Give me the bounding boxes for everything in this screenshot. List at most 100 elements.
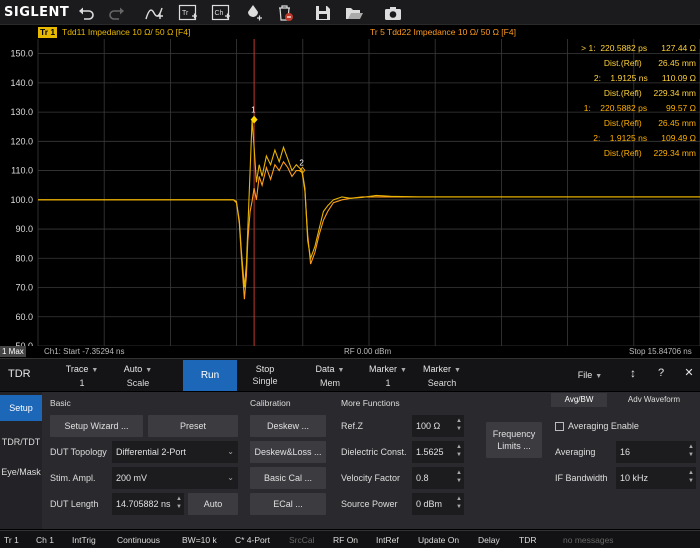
more-functions-heading: More Functions (341, 398, 400, 408)
tab-tdr-tdt[interactable]: TDR/TDT (0, 429, 42, 455)
deskew-loss-button[interactable]: Deskew&Loss ... (250, 441, 326, 463)
marker-readout-tr1-1: > 1: 220.5882 ps 127.44 Ω (581, 43, 696, 53)
trace5-title[interactable]: Tr 5 Tdd22 Impedance 10 Ω/ 50 Ω [F4] (370, 27, 516, 38)
if-bandwidth-label: IF Bandwidth (555, 473, 608, 483)
screenshot-icon[interactable] (382, 2, 404, 23)
data-mem-button[interactable]: Data ▼ Mem (310, 363, 350, 389)
spin-arrows-icon[interactable]: ▲ ▼ (456, 417, 462, 433)
averaging-enable-checkbox[interactable]: Averaging Enable (555, 415, 639, 437)
trace1-title[interactable]: Tdd11 Impedance 10 Ω/ 50 Ω [F4] (62, 27, 190, 38)
spin-arrows-icon[interactable]: ▲ ▼ (456, 469, 462, 485)
marker-select[interactable]: Marker ▼ 1 (366, 363, 410, 389)
y-tick-label: 90.0 (15, 224, 33, 234)
stim-ampl-label: Stim. Ampl. (50, 473, 96, 483)
redo-icon[interactable] (106, 2, 128, 23)
status-bandwidth[interactable]: BW=10 k (182, 534, 217, 546)
y-tick-label: 70.0 (15, 283, 33, 293)
if-bandwidth-input[interactable]: 10 kHz ▲ ▼ (616, 467, 696, 489)
spin-arrows-icon[interactable]: ▲ ▼ (688, 469, 694, 485)
status-sweep-mode[interactable]: Continuous (117, 534, 160, 546)
status-update[interactable]: Update On (418, 534, 459, 546)
status-channel[interactable]: Ch 1 (36, 534, 54, 546)
dropdown-arrow-icon: ▼ (145, 367, 153, 374)
auto-length-button[interactable]: Auto (188, 493, 238, 515)
autoscale-button[interactable]: Auto ▼ Scale (118, 363, 158, 389)
marker-icon[interactable] (243, 2, 265, 23)
tab-eye-mask[interactable]: Eye/Mask (0, 459, 42, 485)
status-ref[interactable]: IntRef (376, 534, 399, 546)
tab-adv-waveform[interactable]: Adv Waveform (611, 393, 697, 407)
spin-arrows-icon[interactable]: ▲ ▼ (176, 495, 182, 511)
basic-heading: Basic (50, 398, 71, 408)
open-icon[interactable] (343, 2, 365, 23)
max-tag: 1 Max (0, 346, 26, 357)
status-rf[interactable]: RF On (333, 534, 358, 546)
frequency-limits-button[interactable]: Frequency Limits ... (486, 422, 542, 458)
y-tick-label: 120.0 (10, 136, 33, 146)
svg-text:Ch: Ch (215, 10, 224, 17)
toolbar: SIGLENT Tr Ch (0, 0, 700, 25)
marker-dist-tr5-2: Dist.(Refl) 229.34 mm (603, 148, 696, 158)
dropdown-arrow-icon: ▼ (454, 367, 461, 374)
status-delay[interactable]: Delay (478, 534, 500, 546)
dut-topology-label: DUT Topology (50, 447, 107, 457)
y-tick-label: 60.0 (15, 312, 33, 322)
spin-arrows-icon[interactable]: ▲ ▼ (456, 495, 462, 511)
status-trace[interactable]: Tr 1 (4, 534, 19, 546)
close-icon[interactable]: ✕ (682, 367, 696, 379)
spin-arrows-icon[interactable]: ▲ ▼ (456, 443, 462, 459)
channel-icon[interactable]: Ch (210, 2, 232, 23)
preset-button[interactable]: Preset (148, 415, 238, 437)
svg-text:Tr: Tr (182, 10, 189, 17)
dut-length-input[interactable]: 14.705882 ns ▲ ▼ (112, 493, 184, 515)
undo-icon[interactable] (75, 2, 97, 23)
trace1-badge[interactable]: Tr 1 (38, 27, 58, 38)
setup-wizard-button[interactable]: Setup Wizard ... (50, 415, 143, 437)
velocity-input[interactable]: 0.8 ▲ ▼ (412, 467, 464, 489)
marker-search-button[interactable]: Marker ▼ Search (420, 363, 464, 389)
dielectric-input[interactable]: 1.5625 ▲ ▼ (412, 441, 464, 463)
status-cal[interactable]: C* 4-Port (235, 534, 270, 546)
file-menu[interactable]: File ▼ (570, 369, 610, 383)
dut-topology-select[interactable]: Differential 2-Port ⌄ (112, 441, 238, 463)
basic-cal-button[interactable]: Basic Cal ... (250, 467, 326, 489)
deskew-button[interactable]: Deskew ... (250, 415, 326, 437)
siglent-logo: SIGLENT (4, 5, 70, 20)
ecal-button[interactable]: ECal ... (250, 493, 326, 515)
status-srccal: SrcCal (289, 535, 315, 545)
marker-dist-tr5-1: Dist.(Refl) 26.45 mm (603, 118, 696, 128)
status-trigger[interactable]: IntTrig (72, 534, 96, 546)
center-value: RF 0.00 dBm (344, 347, 392, 356)
marker-readout-tr1-2: 2: 1.9125 ns 110.09 Ω (593, 73, 696, 83)
tab-avg-bw[interactable]: Avg/BW (551, 393, 607, 407)
source-power-label: Source Power (341, 499, 398, 509)
chevron-down-icon: ⌄ (227, 447, 234, 456)
marker-readout-tr5-1: 1: 220.5882 ps 99.57 Ω (583, 103, 696, 113)
stop-single-button[interactable]: Stop Single (245, 363, 285, 387)
autoscale-icon[interactable] (144, 2, 166, 23)
y-tick-label: 140.0 (10, 78, 33, 88)
delete-icon[interactable] (274, 2, 296, 23)
sweep-info-bar: 1 Max Ch1: Start -7.35294 ns RF 0.00 dBm… (0, 346, 700, 357)
dielectric-label: Dielectric Const. (341, 447, 407, 457)
help-icon[interactable]: ? (655, 367, 667, 379)
trace-select[interactable]: Trace ▼ 1 (62, 363, 102, 389)
velocity-label: Velocity Factor (341, 473, 401, 483)
tdr-chart[interactable]: 150.0 140.0 130.0 120.0 110.0 100.0 90.0 80.0 70… (0, 39, 700, 346)
run-button[interactable]: Run (183, 360, 237, 391)
spin-arrows-icon[interactable]: ▲ ▼ (688, 443, 694, 459)
refz-input[interactable]: 100 Ω ▲ ▼ (412, 415, 464, 437)
checkbox-icon[interactable] (555, 422, 564, 432)
averaging-input[interactable]: 16 ▲ ▼ (616, 441, 696, 463)
side-tabs: Setup TDR/TDT Eye/Mask (0, 392, 42, 529)
y-tick-label: 100.0 (10, 195, 33, 205)
marker-dist-tr1-2: Dist.(Refl) 229.34 mm (603, 88, 696, 98)
move-panel-icon[interactable]: ↕ (626, 367, 640, 379)
source-power-input[interactable]: 0 dBm ▲ ▼ (412, 493, 464, 515)
y-tick-label: 150.0 (10, 49, 33, 59)
stim-ampl-select[interactable]: 200 mV ⌄ (112, 467, 238, 489)
trace-icon[interactable]: Tr (177, 2, 199, 23)
status-mode[interactable]: TDR (519, 534, 536, 546)
save-icon[interactable] (312, 2, 334, 23)
tab-setup[interactable]: Setup (0, 395, 42, 421)
